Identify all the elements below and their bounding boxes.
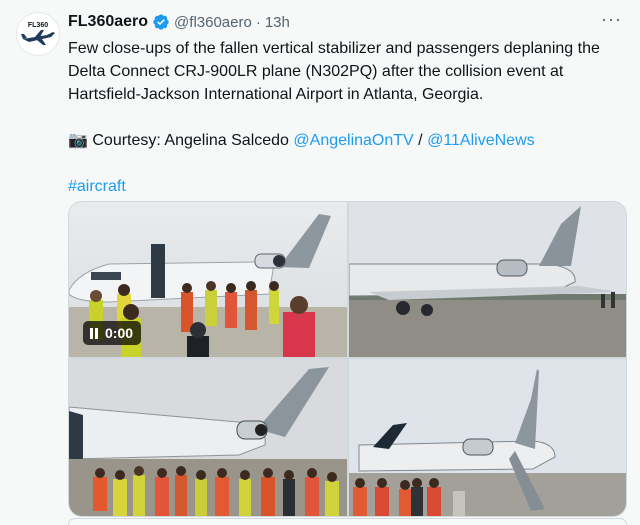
courtesy-line: 📷 Courtesy: Angelina Salcedo @AngelinaOn… [68,129,628,152]
tweet-text: Few close-ups of the fallen vertical sta… [68,37,628,198]
camera-icon: 📷 [68,132,88,149]
tweet-text-line: Delta Connect CRJ-900LR plane (N302PQ) a… [68,63,564,80]
courtesy-text: Courtesy: Angelina Salcedo [92,132,289,149]
pause-icon[interactable] [89,327,99,339]
plane-logo-icon: FL360 [17,13,59,55]
verified-badge-icon [152,13,170,31]
media-image-3[interactable] [69,359,347,516]
photo-tail-closeup [349,202,626,357]
video-timestamp: 0:00 [105,325,134,341]
tweet-text-line: Few close-ups of the fallen vertical sta… [68,40,600,57]
more-options-icon[interactable]: ··· [601,10,622,28]
photo-broken-stabilizer [349,359,626,516]
media-image-4[interactable] [349,359,626,516]
author-avatar[interactable]: FL360 [16,12,60,56]
media-video-1[interactable]: 0:00 [69,202,347,357]
author-display-name[interactable]: FL360aero [68,13,148,31]
tweet-text-line: Hartsfield-Jackson International Airport… [68,86,484,103]
media-image-2[interactable] [349,202,626,357]
next-card-edge [68,518,627,525]
media-grid: 0:00 [68,201,627,517]
tweet[interactable]: FL360 FL360aero @fl360aero · 13h ··· Few… [0,0,640,525]
tweet-header: FL360aero @fl360aero · 13h [68,12,290,32]
slash-separator: / [418,132,423,149]
separator-dot: · [255,13,261,31]
author-handle[interactable]: @fl360aero [174,14,252,31]
avatar-logo-text: FL360 [28,22,48,29]
mention-link-angelina[interactable]: @AngelinaOnTV [293,132,413,149]
photo-tail-crowd [69,359,347,516]
mention-link-11alive[interactable]: @11AliveNews [427,132,535,149]
hashtag-link[interactable]: #aircraft [68,178,126,195]
tweet-timestamp[interactable]: 13h [265,14,290,31]
video-play-badge[interactable]: 0:00 [83,321,142,345]
